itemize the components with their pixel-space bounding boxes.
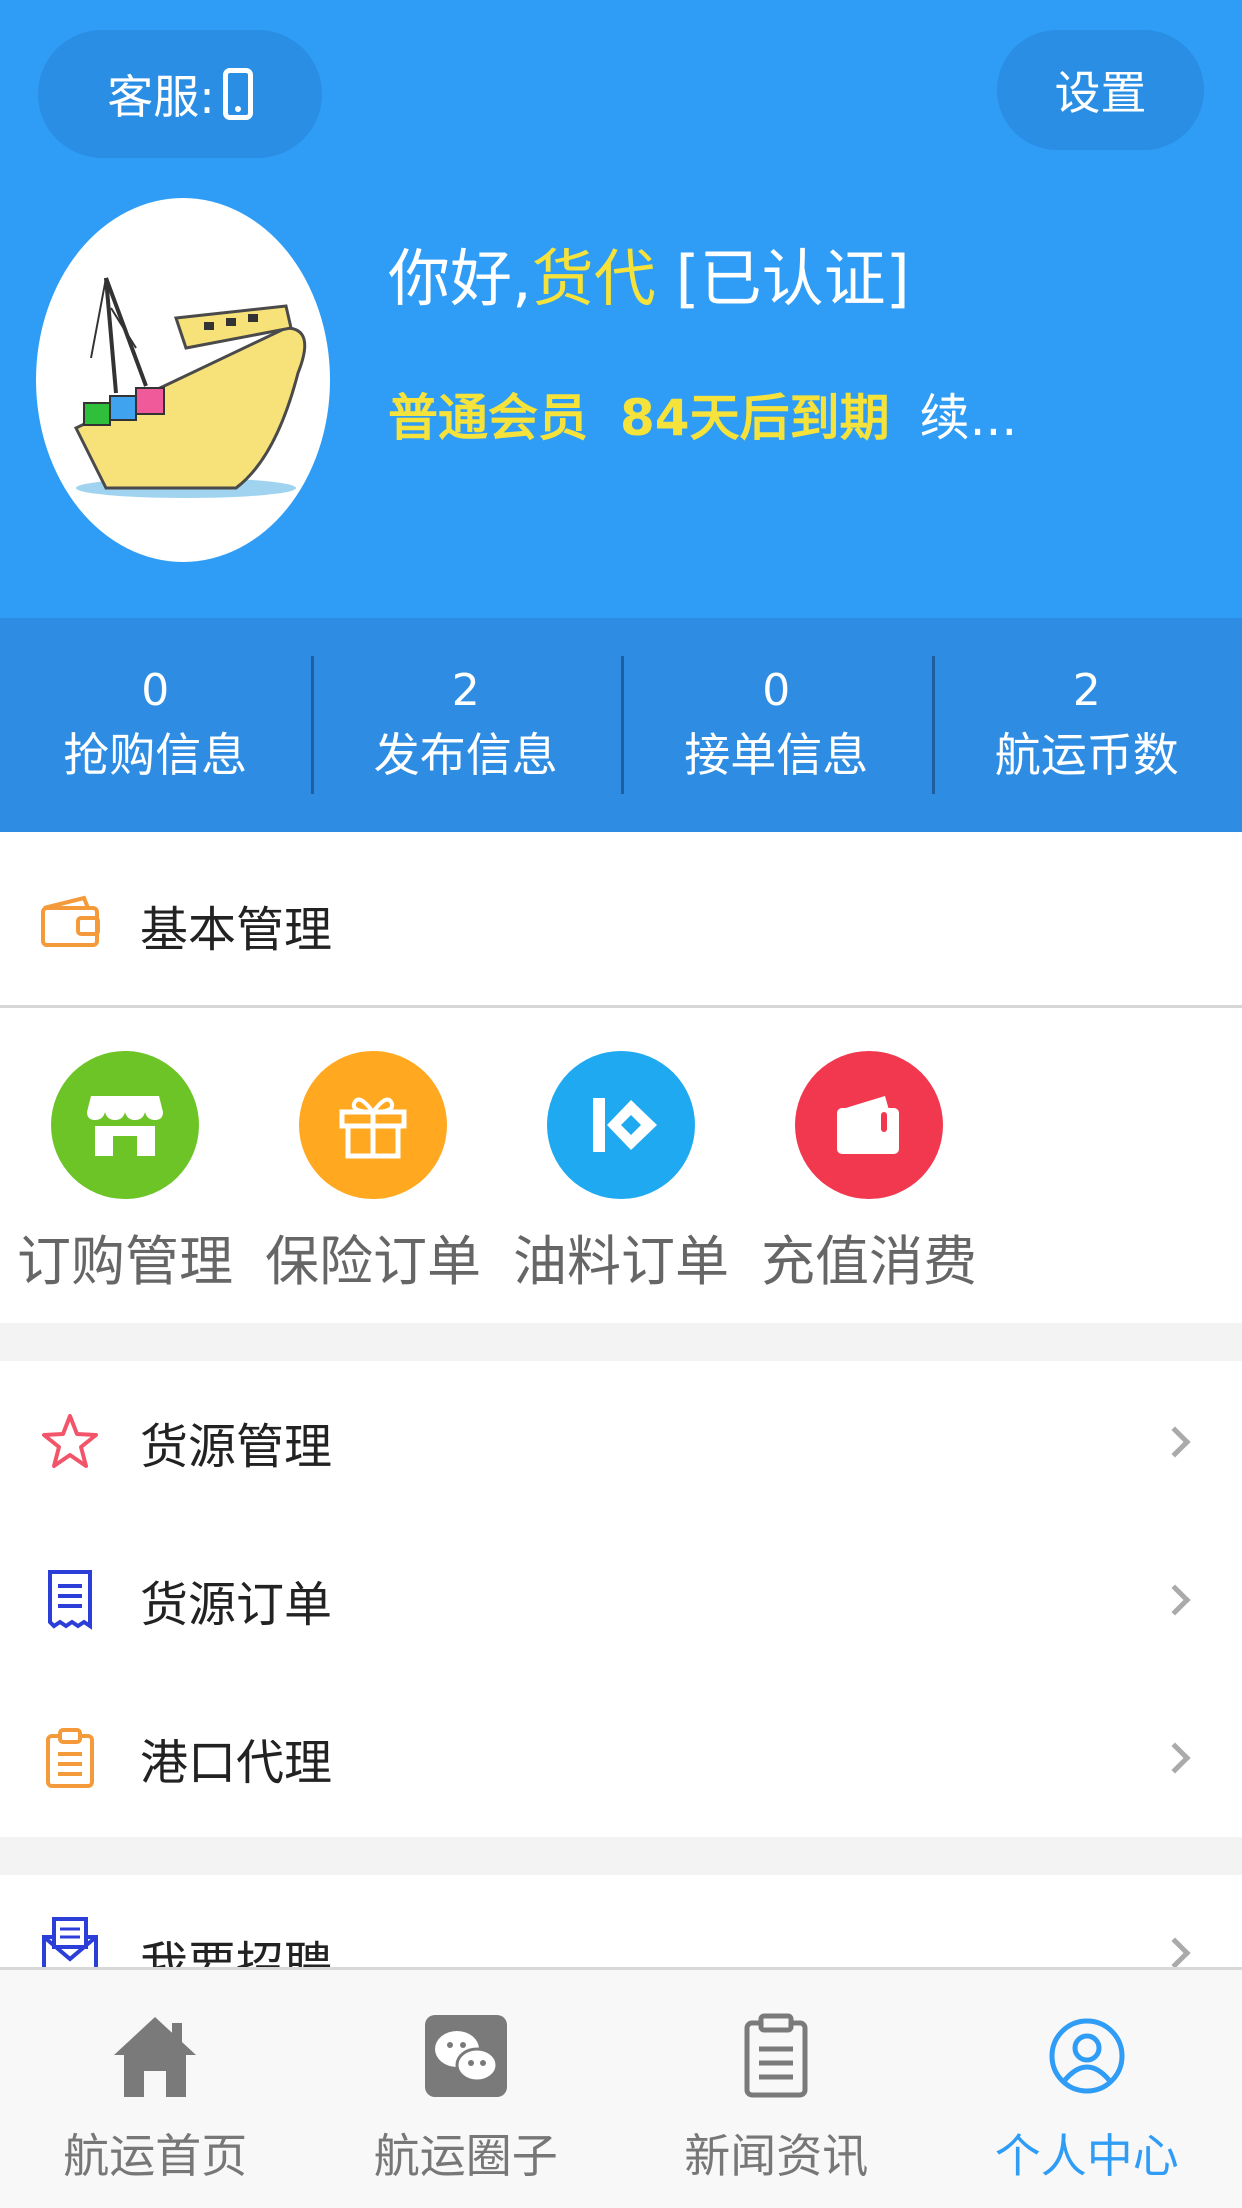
menu-item-cargo-management[interactable]: 货源管理 <box>0 1363 1242 1521</box>
shortcut-order-management[interactable]: 订购管理 <box>10 1051 240 1296</box>
tab-label: 航运圈子 <box>373 2129 558 2183</box>
shortcut-grid: 订购管理 保险订单 油料订单 充值消费 <box>0 1011 1242 1323</box>
menu-list-2: 我要招聘 <box>0 1875 1242 1967</box>
stat-rush-buy[interactable]: 0 抢购信息 <box>0 618 311 832</box>
profile-header: 客服: 设置 你好,货代 [已认证] 普通会员 84天后到期 续... <box>0 0 1242 618</box>
basic-management-header: 基本管理 <box>0 832 1242 1008</box>
greeting-prefix: 你好, <box>388 242 532 315</box>
settings-button[interactable]: 设置 <box>997 30 1204 150</box>
tab-label: 新闻资讯 <box>684 2129 869 2183</box>
shortcut-recharge[interactable]: 充值消费 <box>754 1051 984 1296</box>
avatar[interactable] <box>36 198 330 562</box>
verified-badge: [已认证] <box>675 242 910 315</box>
clipboard-icon <box>46 1728 94 1788</box>
shop-icon <box>51 1051 199 1199</box>
profile-icon <box>1039 2008 1135 2104</box>
stat-label: 航运币数 <box>994 728 1179 782</box>
tab-label: 航运首页 <box>63 2129 248 2183</box>
tab-shipping-home[interactable]: 航运首页 <box>0 1970 311 2208</box>
shortcut-label: 订购管理 <box>17 1230 233 1293</box>
stat-label: 发布信息 <box>373 728 558 782</box>
stat-published[interactable]: 2 发布信息 <box>310 618 622 832</box>
star-icon <box>42 1414 98 1468</box>
stat-value: 2 <box>451 665 480 716</box>
stat-label: 抢购信息 <box>63 728 248 782</box>
menu-item-cargo-orders[interactable]: 货源订单 <box>0 1521 1242 1679</box>
gift-icon <box>299 1051 447 1199</box>
menu-item-label: 我要招聘 <box>140 1937 333 1967</box>
shortcut-insurance-orders[interactable]: 保险订单 <box>258 1051 488 1296</box>
stat-label: 接单信息 <box>684 728 869 782</box>
home-icon <box>107 2008 203 2104</box>
stat-coins[interactable]: 2 航运币数 <box>931 618 1242 832</box>
shortcut-label: 充值消费 <box>761 1230 977 1293</box>
tag-icon <box>547 1051 695 1199</box>
menu-item-label: 货源订单 <box>140 1577 333 1633</box>
tab-label: 个人中心 <box>994 2129 1179 2183</box>
chevron-right-icon <box>1159 1584 1191 1616</box>
stats-bar: 0 抢购信息 2 发布信息 0 接单信息 2 航运币数 <box>0 618 1242 832</box>
section-divider <box>0 1837 1242 1875</box>
stat-value: 2 <box>1072 665 1101 716</box>
shortcut-label: 油料订单 <box>513 1230 729 1293</box>
menu-item-label: 货源管理 <box>140 1419 333 1475</box>
receipt-icon <box>48 1570 92 1630</box>
phone-icon <box>222 68 253 120</box>
section-title: 基本管理 <box>140 902 333 958</box>
membership-info: 普通会员 84天后到期 续... <box>388 378 1017 450</box>
wallet-icon <box>795 1051 943 1199</box>
menu-item-recruitment[interactable]: 我要招聘 <box>0 1875 1242 1967</box>
menu-list: 货源管理 货源订单 港口代理 <box>0 1361 1242 1837</box>
renew-link[interactable]: 续... <box>920 389 1018 447</box>
user-role: 货代 <box>531 242 656 315</box>
tab-personal-center[interactable]: 个人中心 <box>932 1970 1242 2208</box>
ship-logo-icon <box>73 277 307 498</box>
stat-value: 0 <box>141 665 170 716</box>
expiry-text: 84天后到期 <box>620 389 890 447</box>
chevron-right-icon <box>1159 1426 1191 1458</box>
wechat-icon <box>418 2008 514 2104</box>
chevron-right-icon <box>1159 1742 1191 1774</box>
customer-service-button[interactable]: 客服: <box>38 30 322 158</box>
greeting: 你好,货代 [已认证] <box>388 228 910 318</box>
menu-item-label: 港口代理 <box>140 1735 333 1791</box>
bottom-tab-bar: 航运首页 航运圈子 新闻资讯 个人中心 <box>0 1967 1242 2208</box>
menu-item-port-agency[interactable]: 港口代理 <box>0 1679 1242 1837</box>
customer-service-label: 客服: <box>107 70 215 124</box>
section-divider <box>0 1323 1242 1361</box>
stat-orders-taken[interactable]: 0 接单信息 <box>621 618 932 832</box>
member-level: 普通会员 <box>388 389 588 447</box>
shortcut-fuel-orders[interactable]: 油料订单 <box>506 1051 736 1296</box>
shortcut-label: 保险订单 <box>265 1230 481 1293</box>
chevron-right-icon <box>1159 1937 1191 1967</box>
wallet-icon <box>41 895 100 947</box>
mail-icon <box>42 1917 98 1967</box>
news-icon <box>728 2008 824 2104</box>
stat-value: 0 <box>762 665 791 716</box>
tab-shipping-circle[interactable]: 航运圈子 <box>311 1970 622 2208</box>
tab-news[interactable]: 新闻资讯 <box>621 1970 932 2208</box>
